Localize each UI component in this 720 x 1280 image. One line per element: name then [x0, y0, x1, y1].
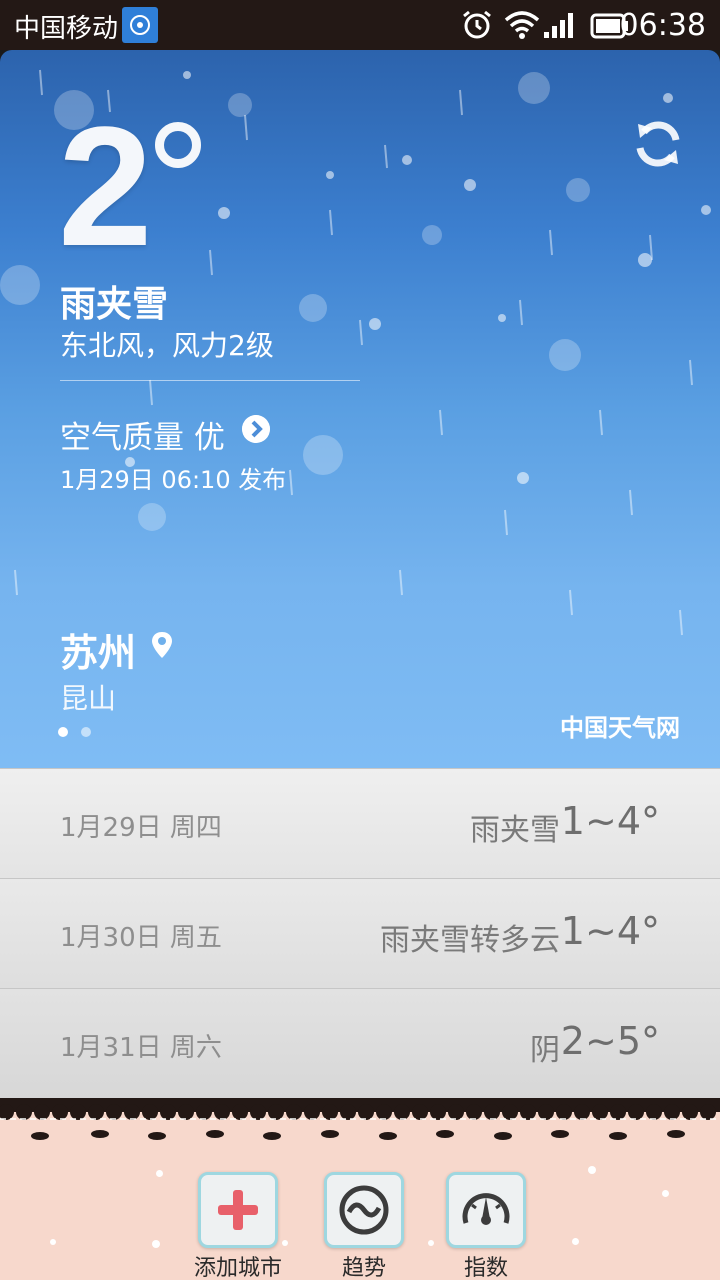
footprints-decoration [31, 1130, 685, 1140]
refresh-icon[interactable] [632, 118, 684, 170]
current-temperature: 2 [58, 92, 153, 282]
forecast-condition: 雨夹雪 [470, 813, 560, 848]
district-name: 昆山 [60, 682, 117, 715]
sparkle [156, 1170, 163, 1177]
sparkle [662, 1190, 669, 1197]
index-button[interactable] [446, 1172, 526, 1248]
forecast-row[interactable]: 1月29日 周四 雨夹雪 1~4° [0, 768, 720, 878]
wind-info: 东北风，风力2级 [60, 329, 274, 362]
current-condition: 雨夹雪 [60, 284, 169, 325]
degree-symbol [155, 122, 201, 168]
city-name[interactable]: 苏州 [60, 622, 136, 677]
weather-hero[interactable]: 2 雨夹雪 东北风，风力2级 空气质量 优 1月29日 06:10 发布 苏州 … [0, 50, 720, 768]
forecast-row[interactable]: 1月31日 周六 阴 2~5° [0, 988, 720, 1098]
divider [60, 380, 360, 381]
wifi-icon [504, 11, 540, 39]
add-city-button[interactable] [198, 1172, 278, 1248]
forecast-date: 1月29日 周四 [60, 813, 222, 843]
sparkle [50, 1239, 56, 1245]
forecast-temp-range: 1~4° [560, 799, 660, 843]
alarm-icon [463, 10, 491, 39]
sparkle [588, 1166, 596, 1174]
forecast-row[interactable]: 1月30日 周五 雨夹雪转多云 1~4° [0, 878, 720, 988]
clock: 06:38 [619, 8, 706, 43]
air-quality-link[interactable]: 空气质量 优 [60, 412, 225, 457]
location-pin-icon [152, 632, 172, 658]
sparkle [282, 1240, 288, 1246]
decorative-border [0, 1098, 720, 1120]
page-dot [81, 727, 92, 737]
trend-button[interactable] [324, 1172, 404, 1248]
signal-icon [544, 13, 573, 38]
forecast-date: 1月30日 周五 [60, 923, 222, 953]
gauge-icon [462, 1193, 510, 1225]
carrier-name: 中国移动 [14, 14, 119, 44]
brand-label: 中国天气网 [560, 714, 680, 742]
trend-label[interactable]: 趋势 [324, 1250, 404, 1280]
sparkle [428, 1240, 434, 1246]
forecast-temp-range: 1~4° [560, 909, 660, 953]
forecast-condition: 阴 [530, 1033, 560, 1068]
carrier-app-icon [122, 7, 158, 43]
chevron-right-icon[interactable] [242, 415, 270, 443]
plus-icon [218, 1190, 258, 1230]
page-dot-active [58, 727, 68, 737]
sparkle [572, 1238, 579, 1245]
add-city-label[interactable]: 添加城市 [188, 1250, 288, 1280]
index-label[interactable]: 指数 [446, 1250, 526, 1280]
forecast-date: 1月31日 周六 [60, 1033, 222, 1063]
forecast-list: 1月29日 周四 雨夹雪 1~4° 1月30日 周五 雨夹雪转多云 1~4° 1… [0, 768, 720, 1098]
trend-wave-icon [339, 1185, 389, 1235]
forecast-temp-range: 2~5° [560, 1019, 660, 1063]
sparkle [152, 1240, 160, 1248]
status-bar: 中国移动 06:38 [0, 0, 720, 50]
publish-time: 1月29日 06:10 发布 [60, 466, 287, 494]
page-indicator [58, 722, 99, 741]
forecast-condition: 雨夹雪转多云 [380, 923, 560, 958]
bottom-action-bar: 添加城市 趋势 指数 [0, 1098, 720, 1280]
